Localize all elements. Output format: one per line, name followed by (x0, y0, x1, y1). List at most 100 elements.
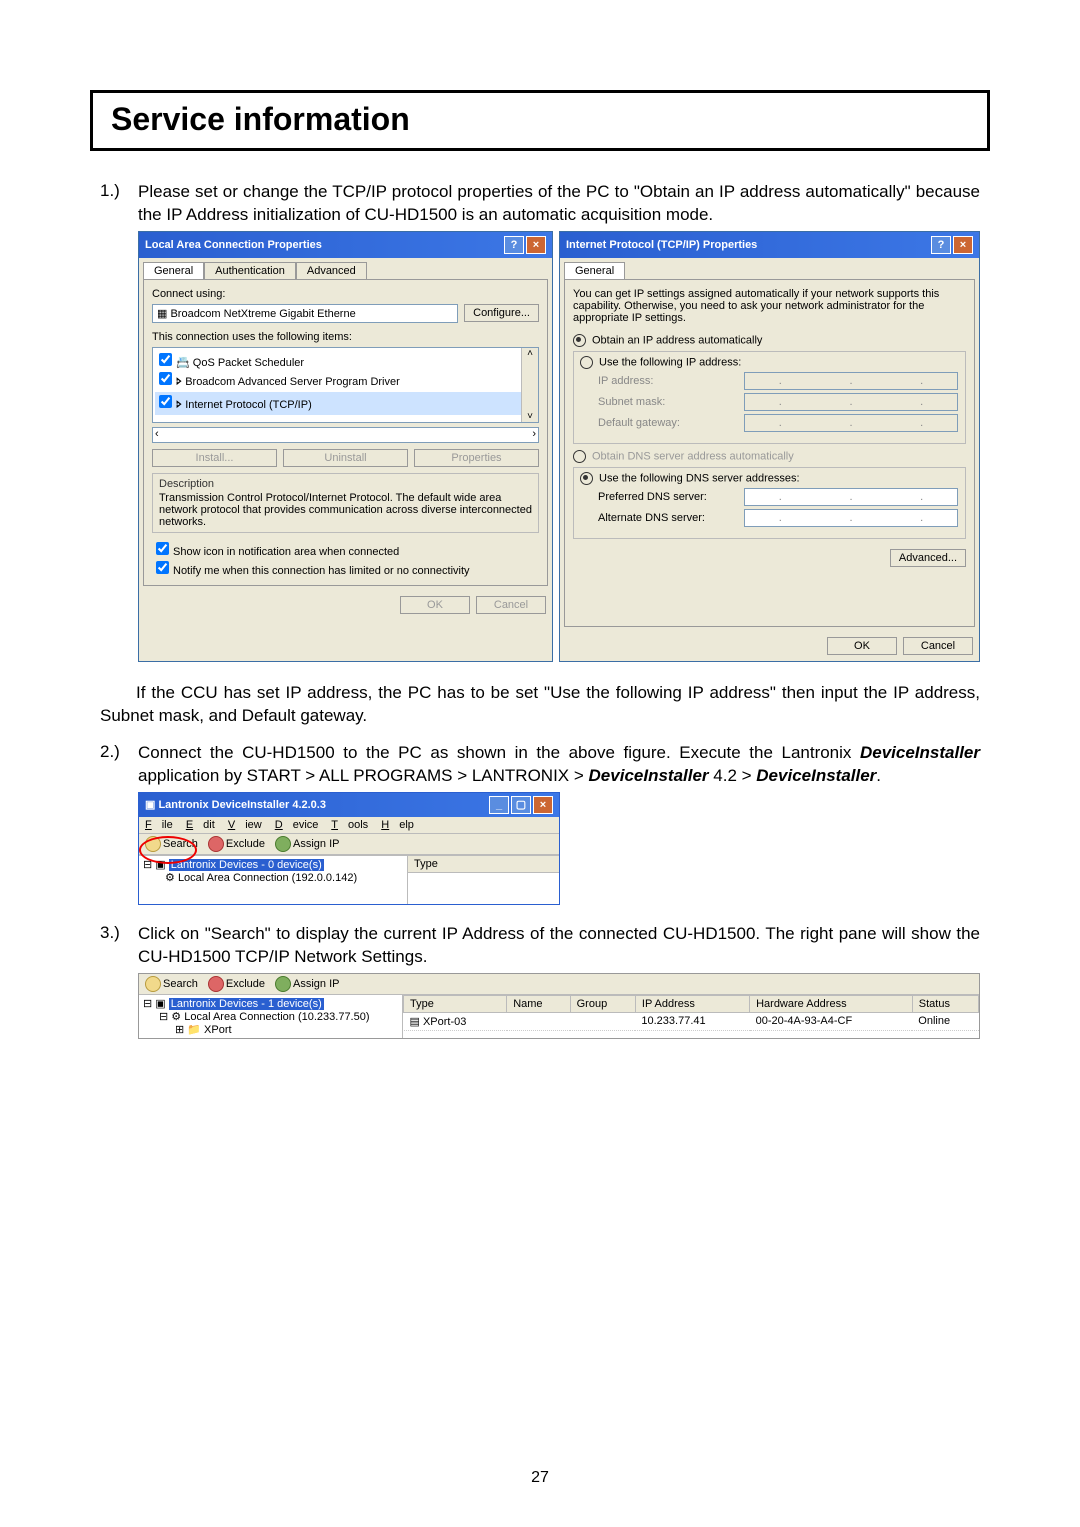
configure-button[interactable]: Configure... (464, 304, 539, 322)
tcpip-title-text: Internet Protocol (TCP/IP) Properties (566, 239, 757, 251)
step-1-number: 1.) (100, 181, 138, 227)
scrollbar[interactable]: ˄˅ (521, 348, 538, 422)
tool-search[interactable]: Search (145, 976, 198, 992)
minimize-icon[interactable]: _ (489, 796, 509, 814)
radio-obtain-auto[interactable] (573, 334, 586, 347)
notify-check[interactable] (156, 561, 169, 574)
item-tcpip-label: Internet Protocol (TCP/IP) (185, 399, 312, 411)
radio-use-dns[interactable] (580, 472, 593, 485)
cell-group (570, 1012, 635, 1030)
tool-assign-ip[interactable]: Assign IP (275, 836, 339, 852)
p2d: DeviceInstaller (589, 766, 709, 785)
item-qos: 📇 (176, 357, 193, 369)
tool-exclude[interactable]: Exclude (208, 836, 265, 852)
menu-file[interactable]: FFileile (145, 819, 173, 831)
di-list: Type (408, 856, 559, 904)
lan-icon: ⚙ (171, 1011, 181, 1023)
close-icon[interactable]: × (953, 236, 973, 254)
scroll-down-icon[interactable]: ˅ (527, 411, 533, 422)
tree-root[interactable]: Lantronix Devices - 1 device(s) (169, 998, 324, 1010)
menu-view[interactable]: View (228, 819, 262, 831)
item-broadcom-icon: 🢖 (176, 376, 185, 388)
pdns-field[interactable]: ... (744, 488, 958, 506)
exclude-icon (208, 976, 224, 992)
step-1: 1.) Please set or change the TCP/IP prot… (100, 181, 980, 227)
scroll-right-icon[interactable]: › (532, 428, 536, 440)
menu-tools[interactable]: Tools (331, 819, 368, 831)
col-status[interactable]: Status (912, 995, 978, 1012)
col-group[interactable]: Group (570, 995, 635, 1012)
tab-authentication[interactable]: Authentication (204, 262, 296, 279)
scroll-left-icon[interactable]: ‹ (155, 428, 159, 440)
show-icon-check[interactable] (156, 542, 169, 555)
advanced-button[interactable]: Advanced... (890, 549, 966, 567)
p2b: DeviceInstaller (860, 743, 980, 762)
close-icon[interactable]: × (526, 236, 546, 254)
col-type[interactable]: Type (408, 856, 559, 873)
scroll-up-icon[interactable]: ˄ (527, 348, 533, 359)
col-name[interactable]: Name (507, 995, 570, 1012)
install-button[interactable]: Install... (152, 449, 277, 467)
tool-exclude[interactable]: Exclude (208, 976, 265, 992)
tree-root[interactable]: Lantronix Devices - 0 device(s) (169, 859, 324, 871)
lan-ok-button[interactable]: OK (400, 596, 470, 614)
help-icon[interactable]: ? (931, 236, 951, 254)
description-fieldset: Description Transmission Control Protoco… (152, 473, 539, 533)
maximize-icon[interactable]: ▢ (511, 796, 531, 814)
page-number: 27 (0, 1469, 1080, 1487)
lan-icon: ⚙ (165, 872, 175, 884)
nic-icon: ▦ (157, 308, 170, 320)
table-row[interactable]: ▤ XPort-03 10.233.77.41 00-20-4A-93-A4-C… (404, 1012, 979, 1030)
menu-device[interactable]: Device (275, 819, 319, 831)
show-icon-label: Show icon in notification area when conn… (173, 546, 399, 558)
step-2-text: Connect the CU-HD1500 to the PC as shown… (138, 742, 980, 788)
tcpip-ok-button[interactable]: OK (827, 637, 897, 655)
gateway-label: Default gateway: (598, 417, 738, 429)
tcpip-title-bar: Internet Protocol (TCP/IP) Properties ? … (560, 232, 979, 258)
tree-xport[interactable]: XPort (204, 1024, 232, 1036)
col-hw[interactable]: Hardware Address (750, 995, 913, 1012)
lan-cancel-button[interactable]: Cancel (476, 596, 546, 614)
adns-field[interactable]: ... (744, 509, 958, 527)
tcpip-cancel-button[interactable]: Cancel (903, 637, 973, 655)
tab-general[interactable]: General (143, 262, 204, 279)
dialogs-row: Local Area Connection Properties ? × Gen… (138, 231, 980, 662)
p2e: 4.2 > (709, 766, 757, 785)
properties-button[interactable]: Properties (414, 449, 539, 467)
item-tcpip-icon: 🢖 (176, 399, 185, 411)
gateway-field[interactable]: ... (744, 414, 958, 432)
tool-search[interactable]: Search (145, 836, 198, 852)
tree-lan: Local Area Connection (192.0.0.142) (178, 872, 357, 884)
radio-use-ip[interactable] (580, 356, 593, 369)
pdns-label: Preferred DNS server: (598, 491, 738, 503)
wide-tree[interactable]: ⊟ ▣ Lantronix Devices - 1 device(s) ⊟ ⚙ … (139, 995, 403, 1038)
h-scroll[interactable]: ‹ › (152, 427, 539, 443)
radio-use-dns-label: Use the following DNS server addresses: (599, 472, 800, 484)
di-tree[interactable]: ⊟ ▣ Lantronix Devices - 0 device(s) ⚙ Lo… (139, 856, 408, 904)
tab-general[interactable]: General (564, 262, 625, 279)
tool-exclude-label: Exclude (226, 838, 265, 850)
description-heading: Description (159, 478, 532, 490)
section-title-box: Service information (90, 90, 990, 151)
col-ip[interactable]: IP Address (635, 995, 749, 1012)
tool-assign-ip[interactable]: Assign IP (275, 976, 339, 992)
tab-advanced[interactable]: Advanced (296, 262, 367, 279)
tcpip-properties-dialog: Internet Protocol (TCP/IP) Properties ? … (559, 231, 980, 662)
menu-edit[interactable]: Edit (186, 819, 215, 831)
item-broadcom-check[interactable] (159, 372, 172, 385)
mask-field[interactable]: ... (744, 393, 958, 411)
description-text: Transmission Control Protocol/Internet P… (159, 492, 532, 528)
close-icon[interactable]: × (533, 796, 553, 814)
help-icon[interactable]: ? (504, 236, 524, 254)
item-tcpip-check[interactable] (159, 395, 172, 408)
menu-help[interactable]: Help (381, 819, 414, 831)
adapter-name: Broadcom NetXtreme Gigabit Etherne (170, 308, 355, 320)
col-type[interactable]: Type (404, 995, 507, 1012)
radio-use-ip-label: Use the following IP address: (599, 356, 741, 368)
item-qos-check[interactable] (159, 353, 172, 366)
items-listbox[interactable]: 📇 QoS Packet Scheduler 🢖 Broadcom Advanc… (152, 347, 539, 423)
ip-field[interactable]: ... (744, 372, 958, 390)
tool-search-label: Search (163, 838, 198, 850)
uninstall-button[interactable]: Uninstall (283, 449, 408, 467)
cell-ip: 10.233.77.41 (635, 1012, 749, 1030)
